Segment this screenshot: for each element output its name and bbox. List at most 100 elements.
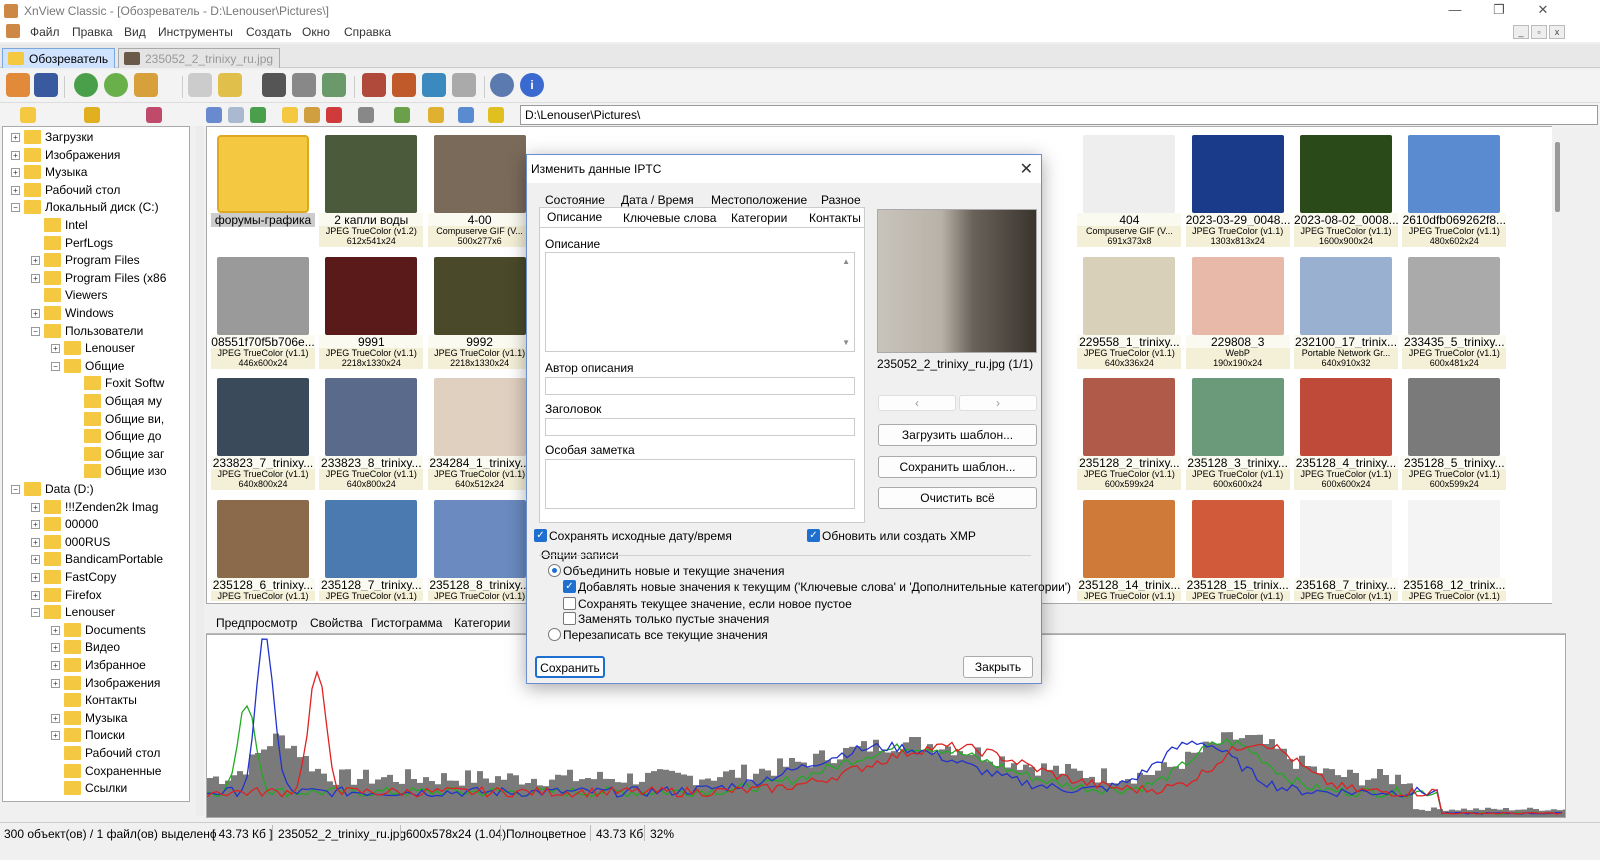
tab-status[interactable]: Состояние [545,193,605,207]
tree-item[interactable]: Foxit Softw [71,375,189,392]
mdi-minimize-button[interactable]: _ [1513,25,1529,39]
expand-toggle-icon[interactable]: + [31,256,40,266]
tree-item[interactable]: + Documents [51,622,189,639]
delete-icon[interactable] [326,107,342,123]
thumbnail-item[interactable]: 235128_6_trinixy... JPEG TrueColor (v1.1) [211,496,315,604]
expand-toggle-icon[interactable]: + [11,150,20,160]
contact-sheet-icon[interactable] [452,73,476,97]
acquire-icon[interactable] [134,73,158,97]
tree-item[interactable]: + Поиски [51,727,189,744]
thumbnail-item[interactable]: 4-00 Compuserve GIF (V... 500x277x6 [427,131,532,247]
thumbnail-item[interactable]: 404 Compuserve GIF (V... 691x373x8 [1077,131,1182,247]
tree-item[interactable]: − Lenouser [31,604,189,621]
tree-item[interactable]: + !!!Zenden2k Imag [31,499,189,516]
replace-empty-checkbox[interactable] [563,612,576,625]
tab-categories-iptc[interactable]: Категории [731,211,787,225]
expand-toggle-icon[interactable]: + [51,661,60,670]
tab-contacts[interactable]: Контакты [809,211,861,225]
thumbnail-item[interactable]: 2610dfb069262f8... JPEG TrueColor (v1.1) 4… [1402,131,1507,247]
scroll-down-arrow-icon[interactable]: ▼ [842,338,850,347]
tab-browser[interactable]: Обозреватель [2,48,116,68]
search-icon[interactable] [262,73,286,97]
menu-file[interactable]: Файл [30,25,60,39]
expand-toggle-icon[interactable]: + [11,133,20,142]
thumbnail-item[interactable]: 2 капли воды JPEG TrueColor (v1.2) 612x541… [319,131,424,247]
tree-item[interactable]: Viewers [31,287,189,304]
tree-item[interactable]: + Windows [31,305,189,322]
presentation-icon[interactable] [392,73,416,97]
expand-toggle-icon[interactable]: + [11,168,20,178]
web-icon[interactable] [422,73,446,97]
menu-help[interactable]: Справка [344,25,391,39]
thumbnail-item[interactable]: 235128_7_trinixy... JPEG TrueColor (v1.1) [319,496,424,604]
thumbnail-item[interactable]: 235168_7_trinixy... JPEG TrueColor (v1.1) [1294,496,1398,604]
tab-properties[interactable]: Свойства [310,616,363,630]
folders-panel-icon[interactable] [20,107,36,123]
convert-icon[interactable] [218,73,242,97]
sort-icon[interactable] [394,107,410,123]
expand-toggle-icon[interactable]: − [51,361,60,371]
dialog-close-icon[interactable]: ✕ [1020,159,1033,179]
filter-icon[interactable] [428,107,444,123]
tree-item[interactable]: Общая му [71,393,189,410]
next-image-button[interactable]: › [959,395,1037,411]
keep-current-checkbox[interactable] [563,597,576,610]
overwrite-radio[interactable] [548,628,561,641]
expand-toggle-icon[interactable]: + [51,678,60,688]
tree-item[interactable]: + Изображения [11,147,189,164]
refresh-icon[interactable] [74,73,98,97]
tab-datetime[interactable]: Дата / Время [621,193,694,207]
scrollbar-thumb[interactable] [1555,142,1560,212]
thumbnail-item[interactable]: 235128_3_trinixy... JPEG TrueColor (v1.1)… [1185,374,1290,490]
expand-toggle-icon[interactable]: + [31,590,40,600]
tab-misc[interactable]: Разное [821,193,861,207]
thumbnail-item[interactable]: 233823_7_trinixy... JPEG TrueColor (v1.1)… [211,374,315,490]
thumbnail-item[interactable]: 08551f70f5b706e... JPEG TrueColor (v1.1) 4… [211,253,315,369]
tree-item[interactable]: − Общие [51,358,189,375]
expand-toggle-icon[interactable]: + [51,344,60,354]
tree-item[interactable]: PerfLogs [31,235,189,252]
expand-toggle-icon[interactable]: + [51,713,60,723]
tree-item[interactable]: Общие изо [71,463,189,480]
tree-item[interactable]: − Data (D:) [11,481,189,498]
tab-location[interactable]: Местоположение [711,193,807,207]
expand-toggle-icon[interactable]: + [31,273,40,283]
tree-item[interactable]: Сохраненные [51,763,189,780]
tree-item[interactable]: + Музыка [11,164,189,181]
printer-icon[interactable] [292,73,316,97]
print-icon[interactable] [188,73,212,97]
expand-toggle-icon[interactable]: + [31,573,40,582]
expand-toggle-icon[interactable]: − [31,608,40,618]
tab-keywords[interactable]: Ключевые слова [623,211,716,225]
rename-icon[interactable] [304,107,320,123]
screenshot-icon[interactable] [322,73,346,97]
tree-item[interactable]: + Lenouser [51,340,189,357]
thumbnail-item[interactable]: 235128_8_trinixy... JPEG TrueColor (v1.1) [427,496,532,604]
menu-edit[interactable]: Правка [72,25,113,39]
prev-image-button[interactable]: ‹ [878,395,956,411]
tree-item[interactable]: Рабочий стол [51,745,189,762]
tree-item[interactable]: + Видео [51,639,189,656]
thumbnail-item[interactable]: 229558_1_trinixy... JPEG TrueColor (v1.1)… [1077,253,1182,369]
thumbnail-item[interactable]: 235128_5_trinixy... JPEG TrueColor (v1.1)… [1402,374,1507,490]
keep-date-checkbox[interactable]: ✓ [534,529,547,542]
view-mode-icon[interactable] [358,107,374,123]
path-input[interactable]: D:\Lenouser\Pictures\ [520,105,1598,125]
info-icon[interactable]: i [520,73,544,97]
tree-item[interactable]: Общие до [71,428,189,445]
merge-radio[interactable] [548,564,561,577]
minimize-button[interactable]: — [1440,2,1470,17]
tree-item[interactable]: + Firefox [31,587,189,604]
tree-item[interactable]: Ссылки [51,780,189,797]
categories-panel-icon[interactable] [146,107,162,123]
xmp-checkbox[interactable]: ✓ [807,529,820,542]
maximize-button[interactable]: ❐ [1484,2,1514,18]
favorites-panel-icon[interactable] [84,107,100,123]
expand-toggle-icon[interactable]: + [31,537,40,547]
mdi-restore-button[interactable]: ▫ [1531,25,1547,39]
thumbnail-item[interactable]: 235128_15_trinix... JPEG TrueColor (v1.1) [1185,496,1290,604]
browser-icon[interactable] [6,73,30,97]
thumbnail-item[interactable]: 233435_5_trinixy... JPEG TrueColor (v1.1)… [1402,253,1507,369]
expand-toggle-icon[interactable]: + [31,555,40,565]
tab-preview[interactable]: Предпросмотр [216,616,297,630]
